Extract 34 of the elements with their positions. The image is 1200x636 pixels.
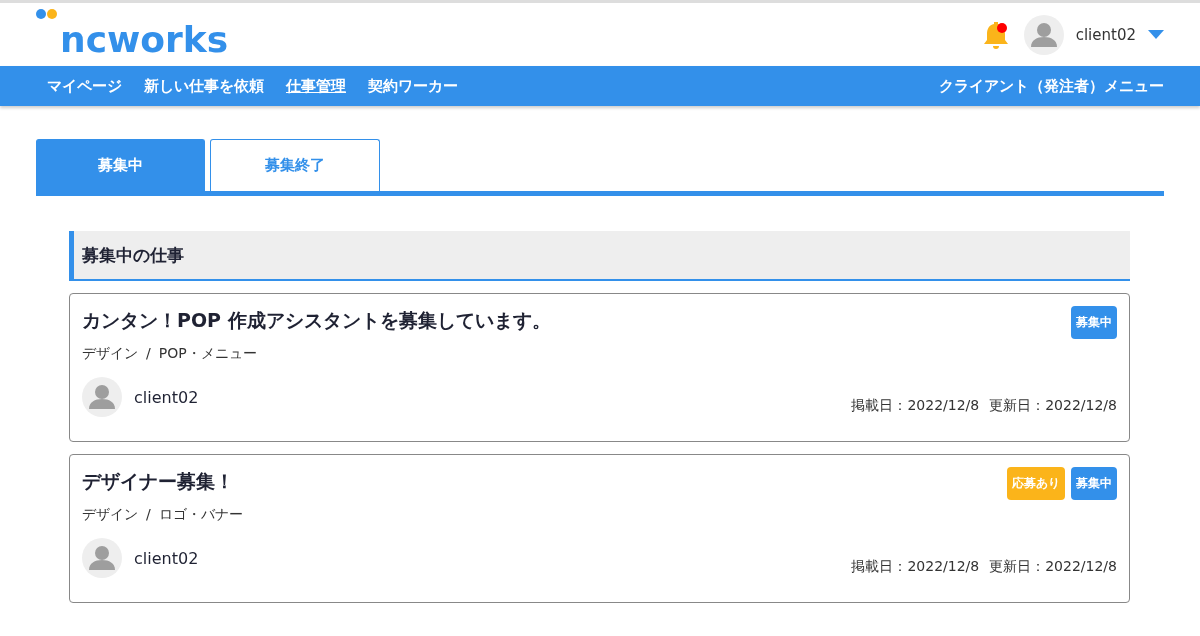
status-badge: 募集中 — [1071, 306, 1117, 339]
logo-dots-icon — [36, 8, 58, 20]
subcategory: ロゴ・バナー — [158, 506, 243, 524]
avatar-icon — [1023, 14, 1064, 55]
job-card[interactable]: カンタン！POP 作成アシスタントを募集しています。 募集中 デザイン / POP・メニュー client02 掲載日：2022/12/8 更新日：2022/12/8 — [69, 293, 1130, 442]
user-name[interactable]: client02 — [1075, 25, 1136, 44]
posted-date: 掲載日：2022/12/8 — [851, 558, 980, 576]
logo[interactable]: ncworks — [60, 19, 229, 60]
job-title[interactable]: カンタン！POP 作成アシスタントを募集しています。 — [82, 306, 551, 334]
client-name: client02 — [134, 548, 199, 568]
category: デザイン — [82, 506, 138, 524]
status-badge: 募集中 — [1071, 467, 1117, 500]
status-badge: 応募あり — [1007, 467, 1065, 500]
nav-link[interactable]: マイページ — [47, 76, 122, 96]
nav-link[interactable]: 仕事管理 — [286, 76, 346, 96]
tab[interactable]: 募集中 — [36, 139, 205, 191]
updated-date: 更新日：2022/12/8 — [989, 397, 1117, 415]
avatar-icon — [82, 377, 122, 417]
nav-link[interactable]: 契約ワーカー — [368, 76, 458, 96]
subcategory: POP・メニュー — [158, 345, 257, 363]
caret-icon[interactable] — [1148, 29, 1164, 40]
separator: / — [146, 506, 151, 524]
section-title: 募集中の仕事 — [69, 231, 1130, 281]
client-name: client02 — [134, 387, 199, 407]
category: デザイン — [82, 345, 138, 363]
menu-title[interactable]: クライアント（発注者）メニュー — [939, 76, 1164, 96]
tab[interactable]: 募集終了 — [210, 139, 380, 191]
posted-date: 掲載日：2022/12/8 — [851, 397, 980, 415]
separator: / — [146, 345, 151, 363]
nav-link[interactable]: 新しい仕事を依頼 — [144, 76, 264, 96]
job-card[interactable]: デザイナー募集！ 応募あり 募集中 デザイン / ロゴ・バナー client02 掲載日：2022/12/8 更新日：2022/12/8 — [69, 454, 1130, 603]
updated-date: 更新日：2022/12/8 — [989, 558, 1117, 576]
job-title[interactable]: デザイナー募集！ — [82, 467, 234, 495]
avatar-icon — [82, 538, 122, 578]
